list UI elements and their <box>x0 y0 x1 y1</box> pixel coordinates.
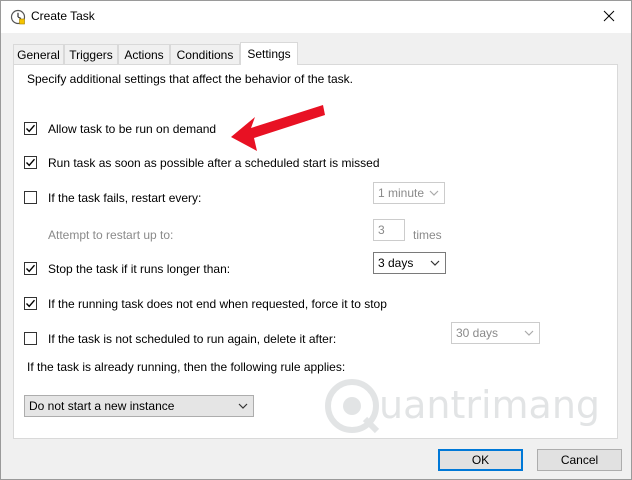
delete-if-not-scheduled-label: If the task is not scheduled to run agai… <box>48 332 337 346</box>
settings-intro: Specify additional settings that affect … <box>27 72 353 86</box>
chevron-down-icon <box>429 190 439 196</box>
stop-duration-value: 3 days <box>378 256 414 270</box>
tab-actions[interactable]: Actions <box>118 44 170 64</box>
stop-if-longer-label: Stop the task if it runs longer than: <box>48 262 231 276</box>
restart-attempts-input[interactable]: 3 <box>373 219 405 241</box>
restart-on-fail-label: If the task fails, restart every: <box>48 191 202 205</box>
restart-attempts-label: Attempt to restart up to: <box>48 228 174 242</box>
running-rule-value: Do not start a new instance <box>29 399 175 413</box>
tab-triggers[interactable]: Triggers <box>64 44 118 64</box>
run-asap-checkbox[interactable] <box>24 156 37 169</box>
ok-button[interactable]: OK <box>438 449 523 471</box>
run-asap-label: Run task as soon as possible after a sch… <box>48 156 380 170</box>
force-stop-label: If the running task does not end when re… <box>48 297 387 311</box>
restart-interval-value: 1 minute <box>378 186 425 200</box>
stop-duration-select[interactable]: 3 days <box>373 252 446 274</box>
tab-general[interactable]: General <box>13 44 64 64</box>
restart-interval-select[interactable]: 1 minute <box>373 182 445 204</box>
clock-icon <box>10 9 26 25</box>
allow-on-demand-checkbox[interactable] <box>24 122 37 135</box>
window-title: Create Task <box>31 9 95 23</box>
chevron-down-icon <box>238 403 248 409</box>
red-arrow-annotation <box>231 105 325 151</box>
restart-attempts-unit: times <box>413 228 442 242</box>
delete-if-not-scheduled-checkbox[interactable] <box>24 332 37 345</box>
running-rule-label: If the task is already running, then the… <box>27 360 346 374</box>
chevron-down-icon <box>430 260 440 266</box>
close-button[interactable] <box>587 1 631 31</box>
delete-after-value: 30 days <box>456 326 499 340</box>
create-task-dialog: Create Task General Triggers Actions Con… <box>0 0 632 480</box>
force-stop-checkbox[interactable] <box>24 297 37 310</box>
title-bar: Create Task <box>1 1 631 33</box>
running-rule-select[interactable]: Do not start a new instance <box>24 395 254 417</box>
delete-after-select[interactable]: 30 days <box>451 322 540 344</box>
tab-conditions[interactable]: Conditions <box>170 44 240 64</box>
chevron-down-icon <box>524 330 534 336</box>
close-icon <box>603 10 615 22</box>
tab-settings[interactable]: Settings <box>240 42 298 65</box>
restart-attempts-value: 3 <box>378 223 385 237</box>
cancel-button[interactable]: Cancel <box>537 449 622 471</box>
allow-on-demand-label: Allow task to be run on demand <box>48 122 217 136</box>
stop-if-longer-checkbox[interactable] <box>24 262 37 275</box>
restart-on-fail-checkbox[interactable] <box>24 191 37 204</box>
